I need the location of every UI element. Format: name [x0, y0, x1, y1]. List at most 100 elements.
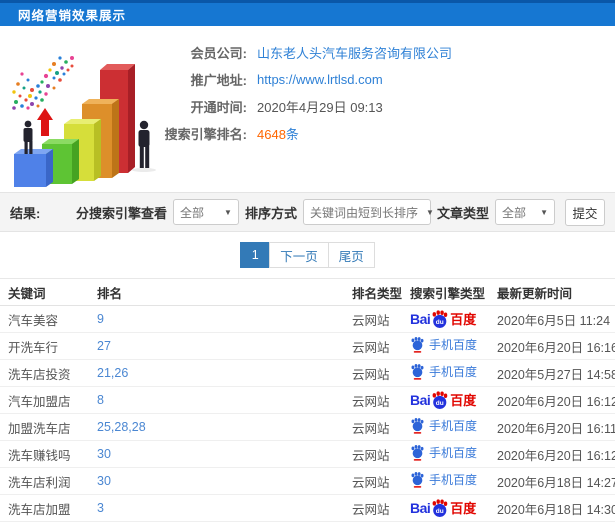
rank-cell[interactable]: 21,26 [89, 359, 344, 387]
company-info-list: 会员公司: 山东老人头汽车服务咨询有限公司 推广地址: https://www.… [0, 39, 615, 147]
keyword-cell: 洗车店投资 [0, 359, 89, 387]
mobile-baidu-logo: 手机百度 [410, 363, 477, 380]
mobile-baidu-logo: 手机百度 [410, 444, 477, 461]
engine-cell: Baidu百度 手机百度 [402, 494, 489, 522]
bar-blue [14, 149, 53, 187]
rank-type-cell: 云网站 [344, 305, 402, 333]
company-link[interactable]: 山东老人头汽车服务咨询有限公司 [257, 43, 452, 62]
promotion-url-link[interactable]: https://www.lrtlsd.com [257, 72, 383, 87]
keyword-cell: 开洗车行 [0, 332, 89, 360]
table-row: 汽车加盟店 8 云网站 Baidu百度 手机百度 2020年6月20日 16:1… [0, 386, 615, 414]
results-table-body: 汽车美容 9 云网站 Baidu百度 手机百度 2020年6月5日 11:24 … [0, 305, 615, 522]
submit-button[interactable]: 提交 [565, 198, 605, 226]
sort-select-value: 关键词由短到长排序 [309, 205, 418, 220]
update-time-cell: 2020年6月20日 16:12 [489, 386, 615, 414]
rank-type-cell: 云网站 [344, 467, 402, 495]
header-rank: 排名 [89, 278, 344, 306]
open-time-label: 开通时间: [190, 100, 247, 115]
table-row: 洗车店加盟 3 云网站 Baidu百度 手机百度 2020年6月18日 14:3… [0, 494, 615, 522]
rank-cell[interactable]: 3 [89, 494, 344, 522]
engine-cell: Baidu百度 手机百度 [402, 467, 489, 495]
rank-count-suffix: 条 [285, 127, 299, 142]
mobile-paw-icon [411, 472, 424, 488]
keyword-cell: 汽车美容 [0, 305, 89, 333]
company-label: 会员公司: [190, 46, 247, 61]
update-time-cell: 2020年6月18日 14:30 [489, 494, 615, 522]
article-type-select[interactable]: 全部 ▼ [495, 199, 555, 225]
engine-cell: Baidu百度 手机百度 [402, 332, 489, 360]
rank-count-value: 4648条 [257, 124, 299, 143]
rank-type-cell: 云网站 [344, 359, 402, 387]
header-rank-type: 排名类型 [344, 278, 402, 306]
rank-cell[interactable]: 27 [89, 332, 344, 360]
engine-filter-label: 分搜索引擎查看 [75, 205, 167, 221]
keyword-cell: 加盟洗车店 [0, 413, 89, 441]
info-row-company: 会员公司: 山东老人头汽车服务咨询有限公司 [0, 39, 615, 66]
rank-cell[interactable]: 25,28,28 [89, 413, 344, 441]
mobile-paw-icon [411, 337, 424, 353]
update-time-cell: 2020年6月20日 16:11 [489, 413, 615, 441]
filter-bar: 结果: 分搜索引擎查看 全部 ▼ 排序方式 关键词由短到长排序 ▼ 文章类型 全… [0, 192, 615, 232]
header-engine-type: 搜索引擎类型 [402, 278, 489, 306]
sort-filter-label: 排序方式 [244, 205, 297, 221]
keyword-cell: 洗车店加盟 [0, 494, 89, 522]
chevron-down-icon: ▼ [540, 207, 548, 217]
svg-text:du: du [436, 507, 444, 514]
baidu-logo: Bai du 百度 [410, 309, 477, 328]
mobile-paw-icon [411, 445, 424, 461]
rank-cell[interactable]: 30 [89, 467, 344, 495]
mobile-paw-icon [411, 364, 424, 380]
mobile-paw-icon [411, 418, 424, 434]
mobile-baidu-logo: 手机百度 [410, 417, 477, 434]
baidu-paw-icon: du [432, 309, 448, 328]
url-label: 推广地址: [190, 73, 247, 88]
chevron-down-icon: ▼ [224, 207, 232, 217]
rank-type-cell: 云网站 [344, 440, 402, 468]
rank-cell[interactable]: 9 [89, 305, 344, 333]
article-type-select-value: 全部 [502, 205, 527, 220]
baidu-logo: Bai du 百度 [410, 390, 477, 409]
table-row: 加盟洗车店 25,28,28 云网站 Baidu百度 手机百度 2020年6月2… [0, 413, 615, 441]
info-row-url: 推广地址: https://www.lrtlsd.com [0, 66, 615, 93]
rank-cell[interactable]: 30 [89, 440, 344, 468]
rank-type-cell: 云网站 [344, 386, 402, 414]
table-row: 洗车店利润 30 云网站 Baidu百度 手机百度 2020年6月18日 14:… [0, 467, 615, 495]
engine-cell: Baidu百度 手机百度 [402, 305, 489, 333]
chevron-down-icon: ▼ [426, 207, 434, 217]
update-time-cell: 2020年6月20日 16:12 [489, 440, 615, 468]
table-row: 开洗车行 27 云网站 Baidu百度 手机百度 2020年6月20日 16:1… [0, 332, 615, 360]
table-row: 洗车赚钱吗 30 云网站 Baidu百度 手机百度 2020年6月20日 16:… [0, 440, 615, 468]
page-title: 网络营销效果展示 [18, 9, 127, 23]
last-page-button[interactable]: 尾页 [327, 242, 375, 268]
info-row-open-time: 开通时间: 2020年4月29日 09:13 [0, 93, 615, 120]
engine-cell: Baidu百度 手机百度 [402, 359, 489, 387]
rank-type-cell: 云网站 [344, 494, 402, 522]
rank-type-cell: 云网站 [344, 413, 402, 441]
table-header-row: 关键词 排名 排名类型 搜索引擎类型 最新更新时间 [0, 278, 615, 306]
engine-cell: Baidu百度 手机百度 [402, 440, 489, 468]
keyword-cell: 洗车店利润 [0, 467, 89, 495]
pagination: 1 下一页 尾页 [240, 242, 375, 268]
rank-cell[interactable]: 8 [89, 386, 344, 414]
result-label: 结果: [10, 205, 41, 221]
page-button-current[interactable]: 1 [240, 242, 271, 268]
next-page-button[interactable]: 下一页 [269, 242, 329, 268]
filter-controls: 分搜索引擎查看 全部 ▼ 排序方式 关键词由短到长排序 ▼ 文章类型 全部 ▼ … [75, 198, 605, 226]
svg-text:du: du [436, 318, 444, 325]
baidu-logo: Bai du 百度 [410, 498, 477, 517]
open-time-value: 2020年4月29日 09:13 [257, 100, 383, 115]
rank-count-label: 搜索引擎排名: [164, 127, 247, 142]
info-row-rank-count: 搜索引擎排名: 4648条 [0, 120, 615, 147]
engine-select-value: 全部 [179, 205, 204, 220]
rank-type-cell: 云网站 [344, 332, 402, 360]
article-type-label: 文章类型 [436, 205, 489, 221]
engine-cell: Baidu百度 手机百度 [402, 413, 489, 441]
keyword-cell: 洗车赚钱吗 [0, 440, 89, 468]
engine-select[interactable]: 全部 ▼ [172, 199, 239, 225]
baidu-paw-icon: du [432, 498, 448, 517]
keyword-cell: 汽车加盟店 [0, 386, 89, 414]
update-time-cell: 2020年5月27日 14:58 [489, 359, 615, 387]
sort-select[interactable]: 关键词由短到长排序 ▼ [302, 199, 434, 225]
results-table: 关键词 排名 排名类型 搜索引擎类型 最新更新时间 汽车美容 9 云网站 Bai… [0, 278, 615, 522]
engine-cell: Baidu百度 手机百度 [402, 386, 489, 414]
